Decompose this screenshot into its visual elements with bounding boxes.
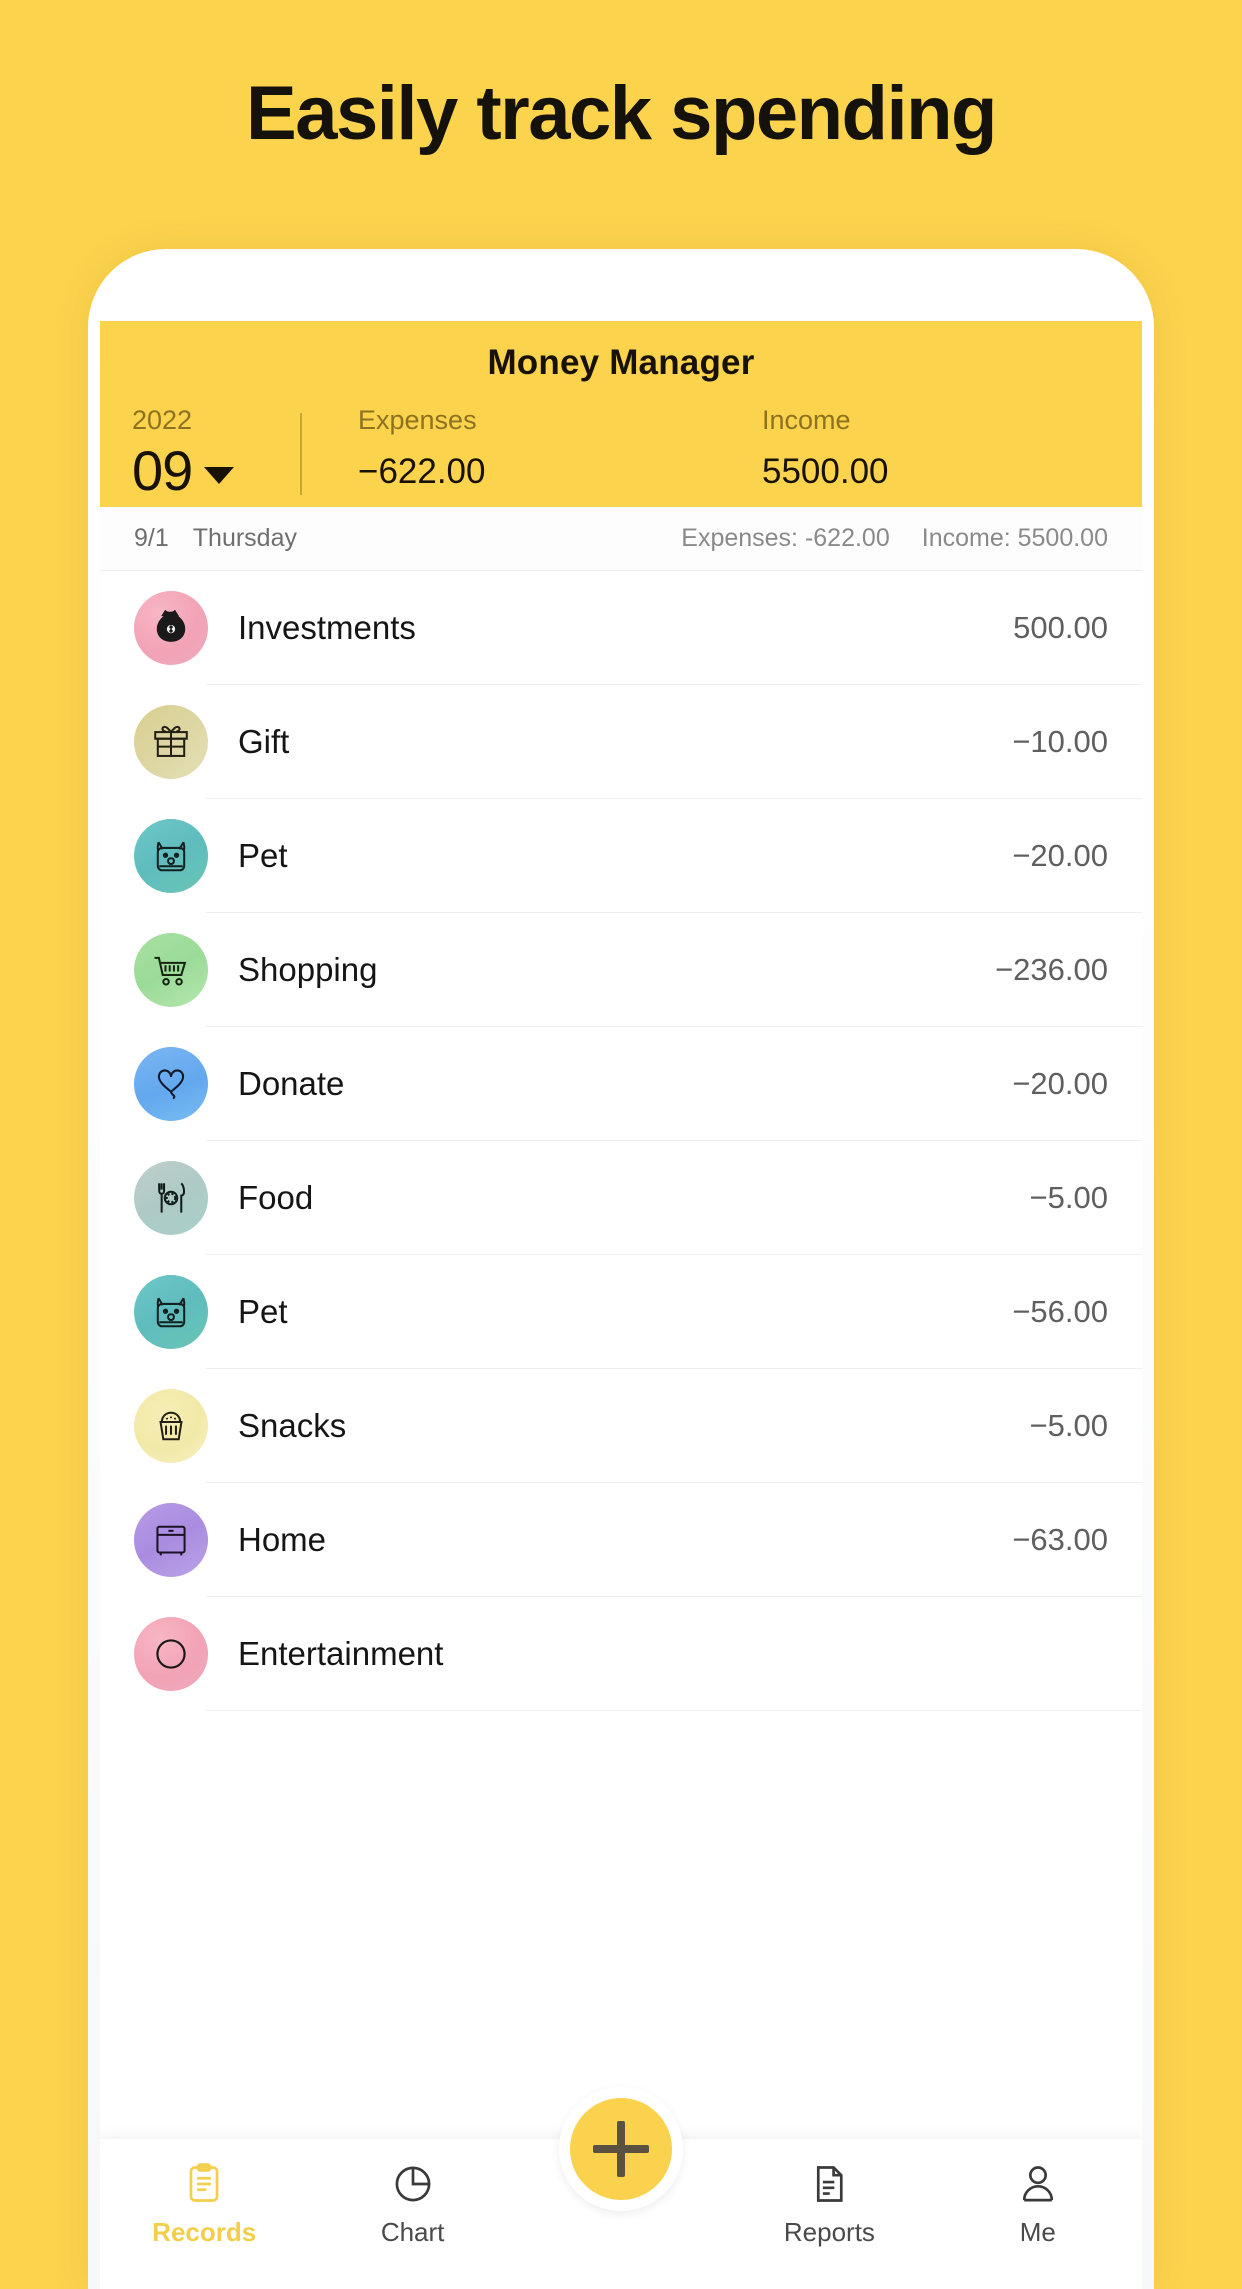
cutlery-icon bbox=[134, 1161, 208, 1235]
expenses-stat: Expenses −622.00 bbox=[302, 405, 706, 491]
transaction-category: Pet bbox=[238, 837, 288, 874]
transaction-amount: −10.00 bbox=[1012, 724, 1108, 759]
nav-item-chart[interactable]: Chart bbox=[308, 2161, 516, 2248]
transaction-amount: −56.00 bbox=[1012, 1294, 1108, 1329]
app-screen: Money Manager 2022 09 Expenses −622.00 I… bbox=[100, 321, 1142, 2289]
table-row[interactable]: Gift −10.00 bbox=[100, 685, 1142, 799]
table-row[interactable]: Home −63.00 bbox=[100, 1483, 1142, 1597]
transaction-list: Investments 500.00 Gift −10.00 Pet −20.0… bbox=[100, 571, 1142, 1711]
app-header: Money Manager 2022 09 Expenses −622.00 I… bbox=[100, 321, 1142, 507]
table-row[interactable]: Shopping −236.00 bbox=[100, 913, 1142, 1027]
nav-label-records: Records bbox=[152, 2217, 257, 2247]
expenses-value: −622.00 bbox=[358, 452, 486, 491]
weekday-label: Thursday bbox=[192, 524, 297, 552]
transaction-category: Investments bbox=[238, 609, 416, 646]
nav-label-me: Me bbox=[1019, 2217, 1056, 2247]
day-income-label: Income: 5500.00 bbox=[921, 524, 1108, 552]
transaction-category: Food bbox=[238, 1179, 314, 1216]
transaction-amount: −5.00 bbox=[1029, 1408, 1108, 1443]
transaction-amount: −20.00 bbox=[1012, 1066, 1108, 1101]
table-row[interactable]: Snacks −5.00 bbox=[100, 1369, 1142, 1483]
transaction-amount: 500.00 bbox=[1013, 610, 1108, 645]
day-expenses-label: Expenses: -622.00 bbox=[681, 524, 890, 552]
page-title: Easily track spending bbox=[246, 71, 997, 156]
nav-item-me[interactable]: Me bbox=[934, 2161, 1142, 2248]
plus-icon bbox=[593, 2121, 649, 2177]
transaction-category: Pet bbox=[238, 1293, 288, 1330]
transaction-amount: −20.00 bbox=[1012, 838, 1108, 873]
phone-mockup: Money Manager 2022 09 Expenses −622.00 I… bbox=[88, 249, 1154, 2289]
date-summary-bar: 9/1 Thursday Expenses: -622.00 Income: 5… bbox=[100, 507, 1142, 571]
heart-balloon-icon bbox=[134, 1047, 208, 1121]
dog-face-icon bbox=[134, 1275, 208, 1349]
table-row[interactable]: Pet −20.00 bbox=[100, 799, 1142, 913]
transaction-category: Shopping bbox=[238, 951, 378, 988]
dog-face-icon bbox=[134, 819, 208, 893]
income-value: 5500.00 bbox=[762, 452, 889, 491]
table-row[interactable]: Entertainment bbox=[100, 1597, 1142, 1711]
transaction-amount: −5.00 bbox=[1029, 1180, 1108, 1215]
expenses-label: Expenses bbox=[358, 405, 477, 435]
table-row[interactable]: Donate −20.00 bbox=[100, 1027, 1142, 1141]
nav-label-chart: Chart bbox=[380, 2217, 445, 2247]
table-row[interactable]: Investments 500.00 bbox=[100, 571, 1142, 685]
nav-item-reports[interactable]: Reports bbox=[725, 2161, 933, 2248]
entertainment-icon bbox=[134, 1617, 208, 1691]
transaction-category: Gift bbox=[238, 723, 290, 760]
nav-item-records[interactable]: Records bbox=[100, 2161, 308, 2248]
income-label: Income bbox=[762, 405, 851, 435]
table-row[interactable]: Food −5.00 bbox=[100, 1141, 1142, 1255]
nav-label-reports: Reports bbox=[783, 2217, 875, 2247]
transaction-category: Home bbox=[238, 1521, 327, 1558]
app-title: Money Manager bbox=[487, 343, 755, 382]
document-icon bbox=[817, 2166, 844, 2202]
summary-stats: 2022 09 Expenses −622.00 Income 5500.00 bbox=[100, 383, 1142, 499]
cupcake-icon bbox=[134, 1389, 208, 1463]
bottom-navigation: Records Chart Reports Me bbox=[100, 2087, 1142, 2289]
shopping-cart-icon bbox=[134, 933, 208, 1007]
transaction-category: Donate bbox=[238, 1065, 345, 1102]
dresser-icon bbox=[134, 1503, 208, 1577]
date-label: 9/1 bbox=[134, 524, 169, 552]
transaction-category: Snacks bbox=[238, 1407, 347, 1444]
table-row[interactable]: Pet −56.00 bbox=[100, 1255, 1142, 1369]
pie-chart-icon bbox=[395, 2166, 431, 2202]
chevron-down-icon[interactable] bbox=[204, 467, 235, 484]
add-transaction-button[interactable] bbox=[559, 2087, 683, 2211]
money-bag-icon bbox=[134, 591, 208, 665]
gift-icon bbox=[134, 705, 208, 779]
transaction-amount: −236.00 bbox=[995, 952, 1108, 987]
month-label: 09 bbox=[132, 439, 193, 502]
transaction-amount: −63.00 bbox=[1012, 1522, 1108, 1557]
person-icon bbox=[1022, 2166, 1053, 2202]
transaction-category: Entertainment bbox=[238, 1635, 444, 1672]
year-label: 2022 bbox=[132, 405, 193, 435]
income-stat: Income 5500.00 bbox=[706, 405, 1110, 491]
month-selector[interactable]: 2022 09 bbox=[132, 407, 300, 499]
clipboard-icon bbox=[189, 2163, 219, 2202]
